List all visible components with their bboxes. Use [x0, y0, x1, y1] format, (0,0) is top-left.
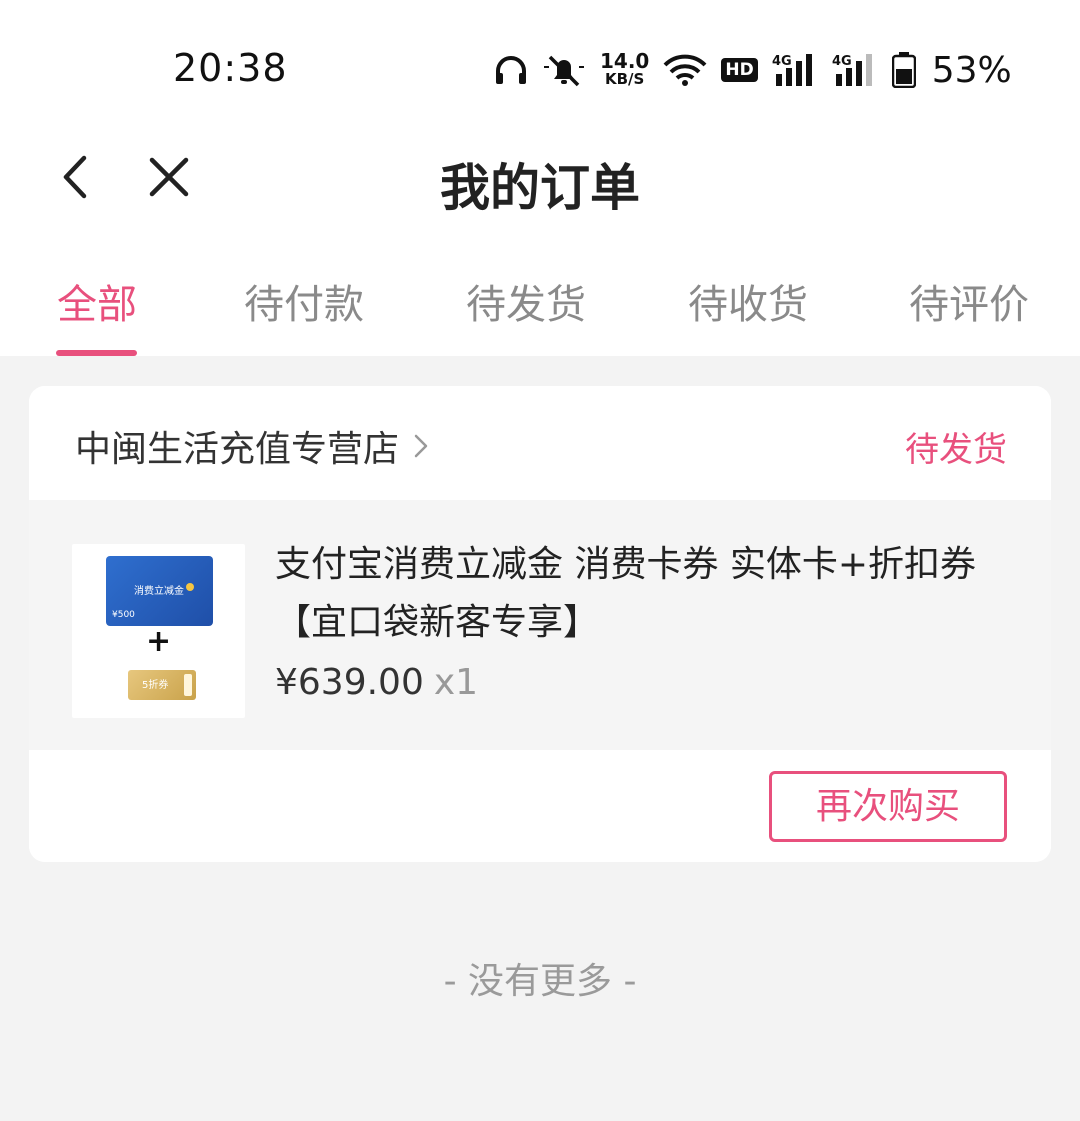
page-title: 我的订单: [440, 159, 640, 217]
tab-pending-shipment[interactable]: 待发货: [466, 272, 586, 330]
header-area: 20:38 14.0 KB/S HD 4G 4G 53% 我的订单 全部 待付款…: [0, 0, 1080, 356]
order-item[interactable]: 消费立减金 ¥500 + 5折券 支付宝消费立减金 消费卡券 实体卡+折扣券【宜…: [29, 500, 1051, 750]
tab-all[interactable]: 全部: [57, 272, 137, 330]
product-thumbnail[interactable]: 消费立减金 ¥500 + 5折券: [72, 544, 245, 718]
thumbnail-coupon-label: 5折券: [142, 680, 169, 691]
signal-4g-icon: 4G: [772, 54, 812, 86]
tab-indicator: [56, 350, 137, 356]
thumbnail-plus: +: [146, 624, 172, 659]
tab-pending-review[interactable]: 待评价: [909, 272, 1029, 330]
hd-badge: HD: [721, 58, 758, 82]
status-icons: 14.0 KB/S HD 4G 4G 53%: [494, 48, 1012, 92]
store-link[interactable]: 中闽生活充值专营店: [75, 420, 429, 472]
signal-4g-icon: 4G: [832, 54, 872, 86]
headphones-icon: [496, 56, 526, 84]
tab-pending-payment[interactable]: 待付款: [244, 272, 364, 330]
store-name: 中闽生活充值专营店: [75, 429, 400, 470]
coin-icon: [186, 583, 194, 591]
thumbnail-gift-card: 消费立减金 ¥500: [106, 556, 213, 626]
product-price: ¥639.00: [275, 662, 424, 703]
coupon-stub: [184, 674, 192, 696]
network-speed: 14.0 KB/S: [600, 49, 650, 88]
svg-text:4G: 4G: [772, 54, 792, 69]
thumbnail-coupon: 5折券: [128, 670, 196, 700]
battery-icon: [891, 52, 916, 88]
speed-value: 14.0: [600, 49, 650, 73]
speed-unit: KB/S: [605, 70, 645, 88]
order-card: 中闽生活充值专营店 待发货 消费立减金 ¥500 + 5折券 支付宝消费立减金 …: [29, 386, 1051, 862]
order-tabs: 全部 待付款 待发货 待收货 待评价: [0, 272, 1080, 356]
price-row: ¥639.00 x1: [275, 662, 478, 703]
bell-muted-icon: [544, 55, 584, 87]
thumbnail-card-amount: ¥500: [112, 610, 135, 620]
status-time: 20:38: [173, 46, 288, 90]
order-card-header: 中闽生活充值专营店 待发货: [29, 386, 1051, 500]
product-title[interactable]: 支付宝消费立减金 消费卡券 实体卡+折扣券【宜口袋新客专享】: [275, 536, 1015, 652]
buy-again-button[interactable]: 再次购买: [769, 771, 1007, 842]
wifi-icon: [663, 54, 707, 86]
product-quantity: x1: [433, 662, 479, 703]
no-more-text: - 没有更多 -: [443, 961, 637, 1002]
tab-pending-receipt[interactable]: 待收货: [688, 272, 808, 330]
svg-text:4G: 4G: [832, 54, 852, 69]
battery-percent: 53%: [931, 49, 1012, 91]
thumbnail-card-title: 消费立减金: [134, 586, 184, 597]
order-status: 待发货: [905, 430, 1007, 470]
order-card-footer: 再次购买: [29, 750, 1051, 862]
chevron-right-icon: [414, 434, 428, 458]
